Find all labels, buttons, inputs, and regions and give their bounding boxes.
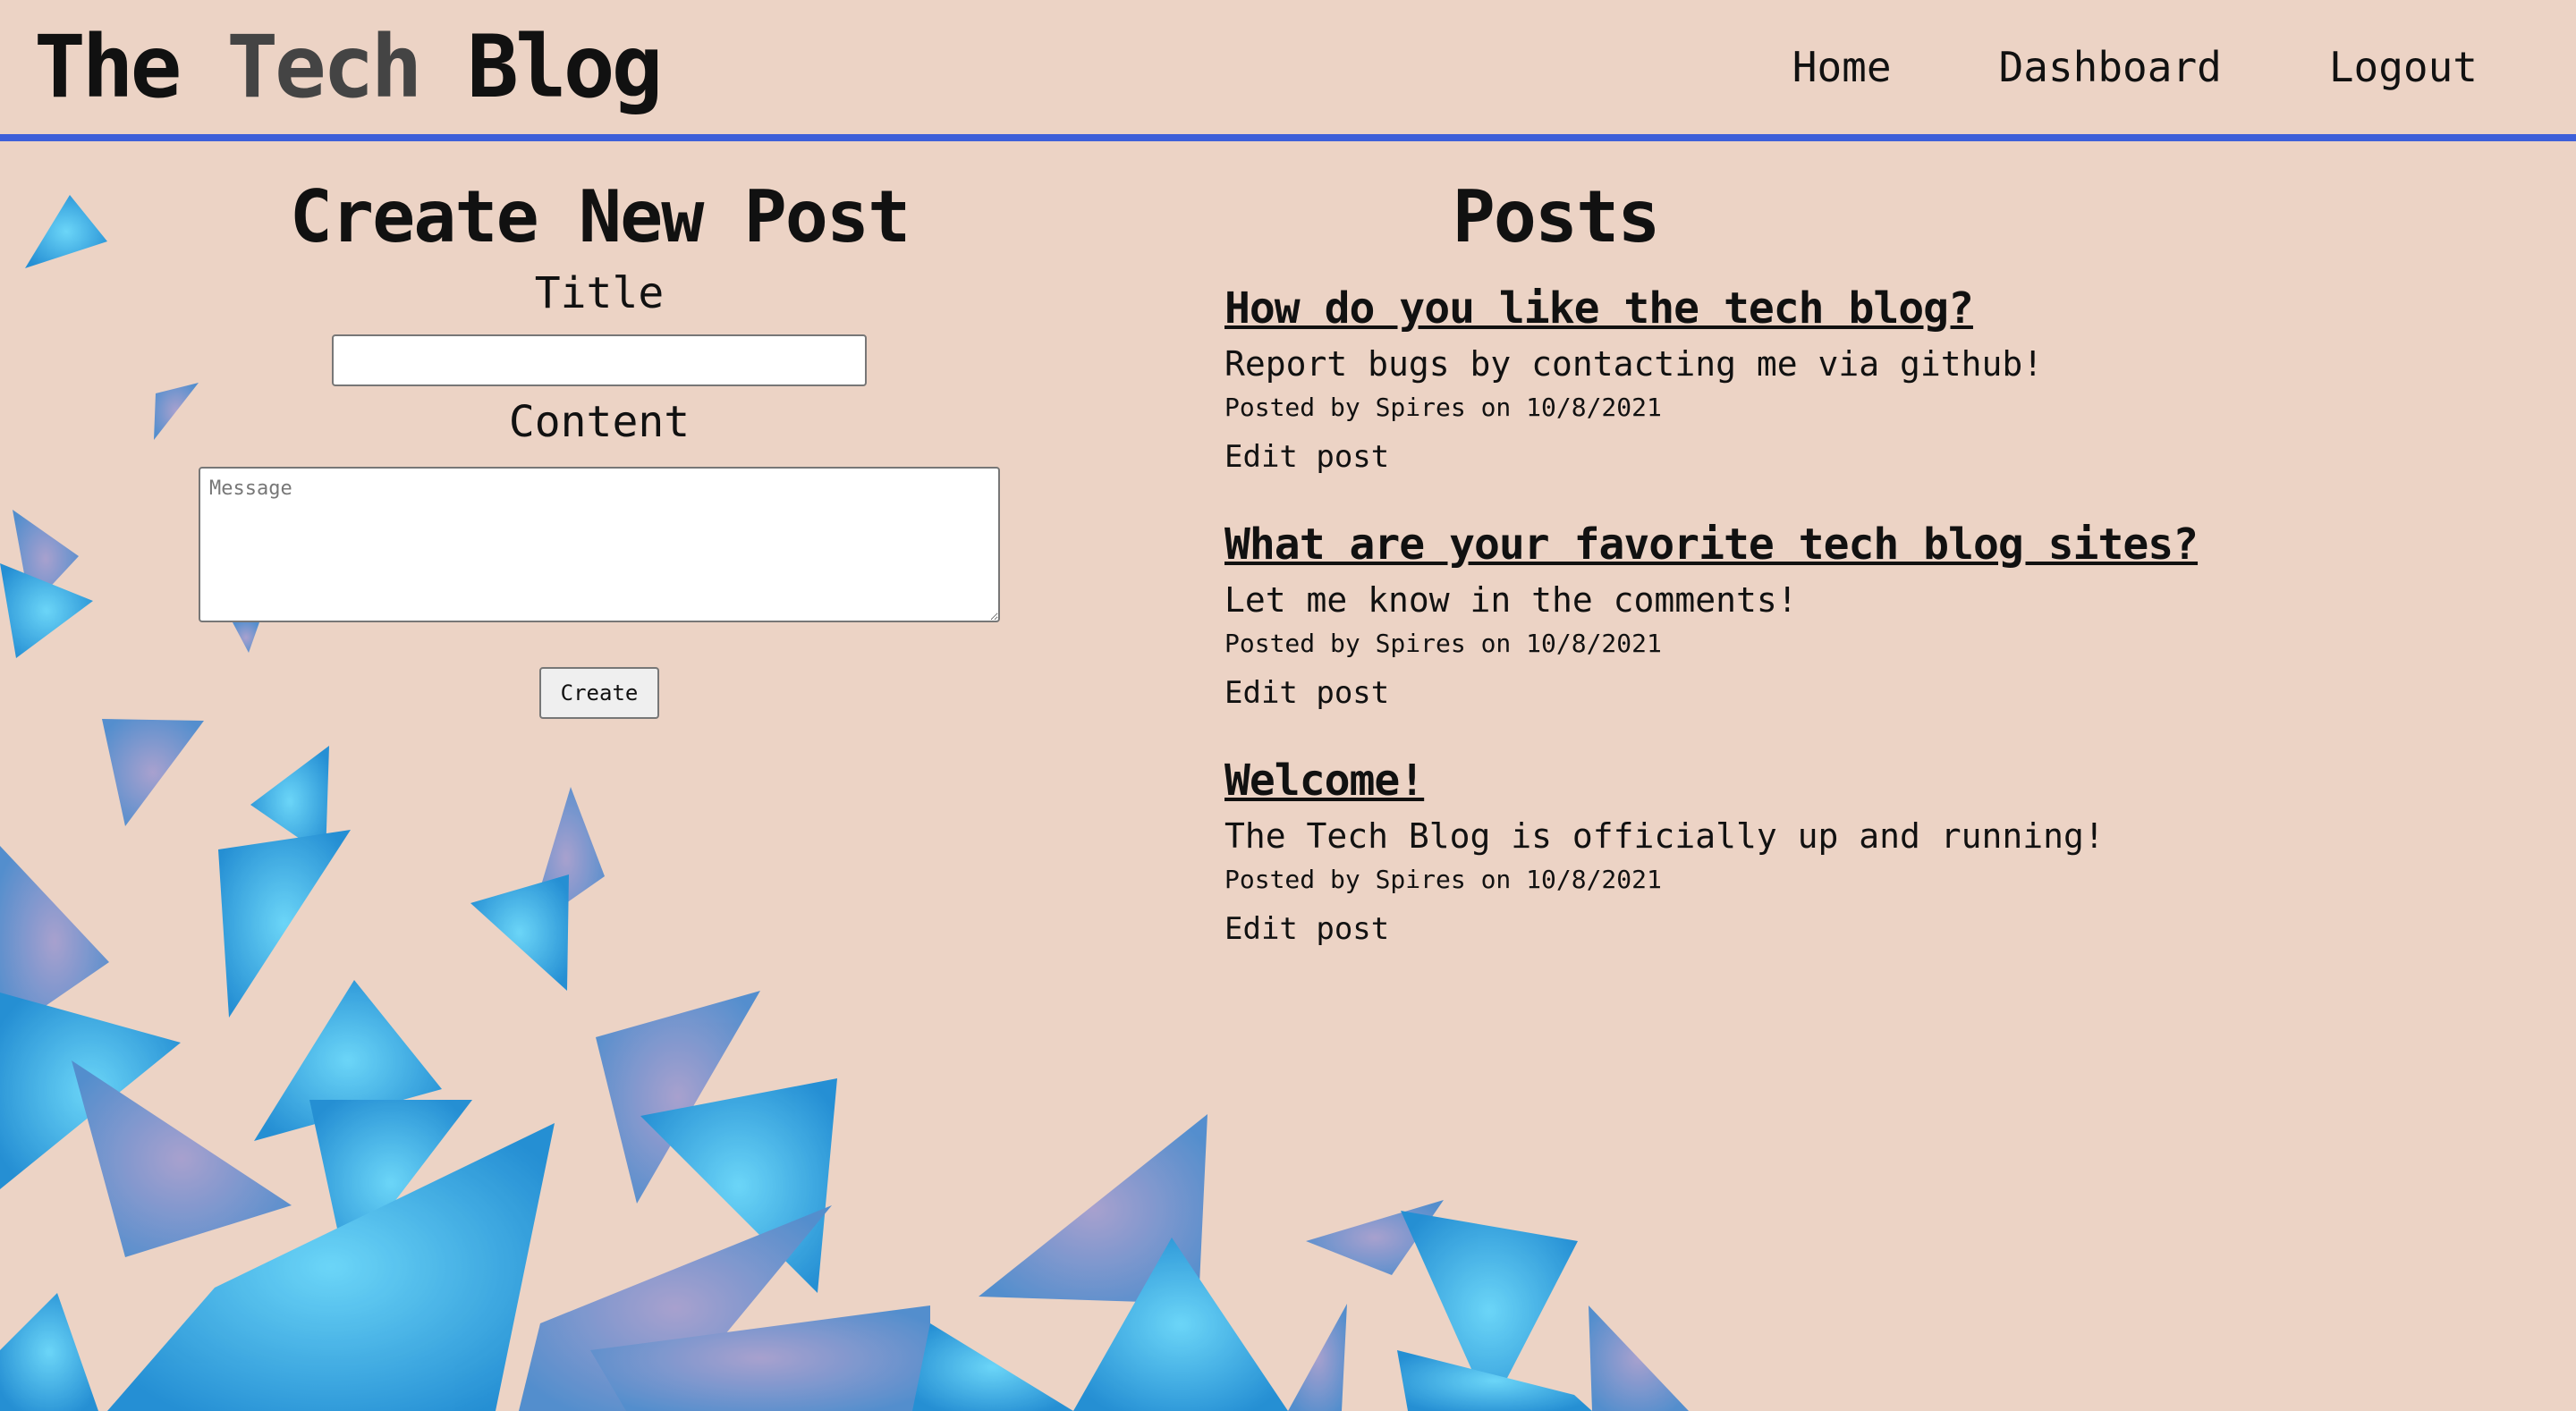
- post-body: Report bugs by contacting me via github!: [1224, 344, 2044, 384]
- site-header: The Tech Blog Home Dashboard Logout: [0, 0, 2576, 141]
- post-meta: Posted by Spires on 10/8/2021: [1224, 629, 1662, 658]
- post-body: Let me know in the comments!: [1224, 580, 1798, 620]
- edit-post-link[interactable]: Edit post: [1224, 663, 1389, 722]
- posts-section: Posts How do you like the tech blog? Rep…: [1224, 141, 2369, 959]
- content-label: Content: [508, 397, 691, 447]
- title-label: Title: [534, 268, 665, 318]
- nav-dashboard-link[interactable]: Dashboard: [1999, 36, 2222, 98]
- post-title-link[interactable]: How do you like the tech blog?: [1224, 283, 1974, 334]
- post-meta: Posted by Spires on 10/8/2021: [1224, 393, 1662, 422]
- nav-home-link[interactable]: Home: [1792, 36, 1892, 98]
- logo-blog: Blog: [419, 17, 663, 117]
- post-item: How do you like the tech blog? Report bu…: [1224, 277, 2369, 486]
- edit-post-link[interactable]: Edit post: [1224, 427, 1389, 486]
- post-item: Welcome! The Tech Blog is officially up …: [1224, 749, 2369, 959]
- post-title-link[interactable]: Welcome!: [1224, 756, 1425, 806]
- content-textarea[interactable]: [199, 467, 1000, 622]
- nav-logout-link[interactable]: Logout: [2329, 36, 2478, 98]
- post-body: The Tech Blog is officially up and runni…: [1224, 816, 2105, 856]
- title-input[interactable]: [332, 334, 867, 386]
- main-nav: Home Dashboard Logout: [1792, 36, 2478, 98]
- post-item: What are your favorite tech blog sites? …: [1224, 513, 2369, 722]
- logo-tech: Tech: [226, 17, 422, 117]
- logo-the: The: [34, 17, 227, 117]
- create-post-heading: Create New Post: [289, 175, 911, 258]
- site-logo[interactable]: The Tech Blog: [34, 17, 663, 117]
- edit-post-link[interactable]: Edit post: [1224, 900, 1389, 959]
- post-title-link[interactable]: What are your favorite tech blog sites?: [1224, 520, 2199, 570]
- posts-heading: Posts: [1452, 175, 1661, 258]
- create-button[interactable]: Create: [539, 667, 659, 719]
- post-meta: Posted by Spires on 10/8/2021: [1224, 865, 1662, 894]
